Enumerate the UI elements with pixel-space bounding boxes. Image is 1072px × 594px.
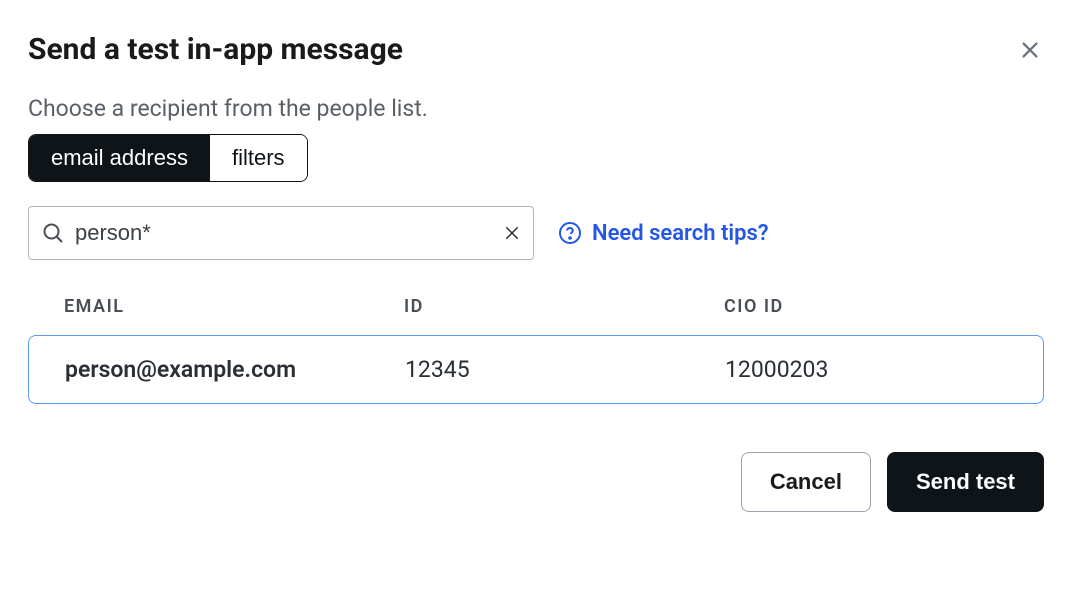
cell-cioid: 12000203 xyxy=(725,356,1007,383)
clear-search-icon[interactable] xyxy=(503,224,521,242)
dialog-footer: Cancel Send test xyxy=(28,452,1044,512)
column-header-id: ID xyxy=(404,296,724,317)
search-box xyxy=(28,206,534,260)
cell-email: person@example.com xyxy=(65,356,405,383)
results-table: EMAIL ID CIO ID person@example.com 12345… xyxy=(28,296,1044,404)
cancel-button[interactable]: Cancel xyxy=(741,452,871,512)
search-input[interactable] xyxy=(75,220,503,246)
tab-email-address[interactable]: email address xyxy=(29,135,210,181)
dialog-header: Send a test in-app message xyxy=(28,32,1044,67)
table-row[interactable]: person@example.com 12345 12000203 xyxy=(28,335,1044,404)
send-test-button[interactable]: Send test xyxy=(887,452,1044,512)
column-header-email: EMAIL xyxy=(64,296,404,317)
close-icon[interactable] xyxy=(1016,36,1044,64)
search-row: Need search tips? xyxy=(28,206,1044,260)
cell-id: 12345 xyxy=(405,356,725,383)
dialog-subtitle: Choose a recipient from the people list. xyxy=(28,95,1044,122)
table-header: EMAIL ID CIO ID xyxy=(28,296,1044,335)
dialog-title: Send a test in-app message xyxy=(28,32,403,67)
search-tips-text: Need search tips? xyxy=(592,221,769,246)
tab-filters[interactable]: filters xyxy=(210,135,307,181)
help-icon xyxy=(558,221,582,245)
tab-group: email address filters xyxy=(28,134,308,182)
search-icon xyxy=(41,221,65,245)
search-tips-link[interactable]: Need search tips? xyxy=(558,221,769,246)
column-header-cioid: CIO ID xyxy=(724,296,1008,317)
